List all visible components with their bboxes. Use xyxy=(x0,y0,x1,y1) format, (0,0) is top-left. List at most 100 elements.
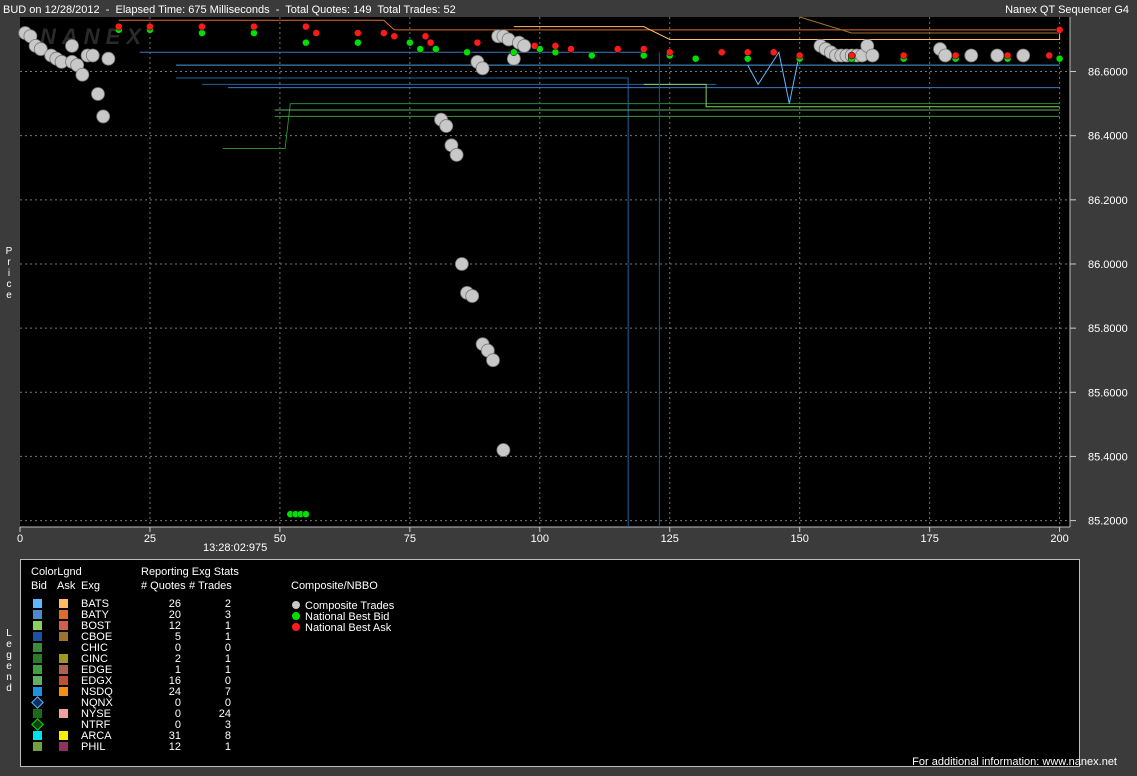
legend-side-char: L xyxy=(6,628,12,639)
national-best-bid-point xyxy=(198,29,206,37)
legend-ask-swatch xyxy=(59,610,68,619)
x-tick-label: 50 xyxy=(274,533,286,545)
y-tick-label: 85.6000 xyxy=(1088,387,1128,399)
legend-bid-header: Bid xyxy=(31,580,47,592)
price-axis-label: Price xyxy=(4,246,14,301)
composite-trade-point xyxy=(454,257,469,271)
legend-ask-swatch xyxy=(59,676,68,685)
legend-bid-swatch xyxy=(31,718,44,731)
x-tick-label: 0 xyxy=(17,533,23,545)
legend-ask-swatch xyxy=(59,687,68,696)
composite-trade-point xyxy=(517,38,532,53)
legend-bid-swatch xyxy=(33,610,42,619)
legend-bid-swatch xyxy=(33,742,42,751)
national-best-bid-point xyxy=(588,51,596,60)
national-best-bid-point xyxy=(432,45,440,53)
legend-bid-swatch xyxy=(31,696,44,709)
national-best-bid-point xyxy=(691,54,700,63)
y-tick-label: 86.2000 xyxy=(1088,195,1128,207)
x-tick-label: 150 xyxy=(791,533,809,545)
y-tick-label: 86.6000 xyxy=(1088,67,1128,79)
legend-ask-swatch xyxy=(59,599,68,608)
composite-trade-point xyxy=(938,48,953,63)
composite-trade-point xyxy=(1016,48,1031,63)
plot-area xyxy=(20,17,1070,527)
national-best-ask-point xyxy=(951,51,960,60)
national-best-ask-point xyxy=(421,32,430,40)
legend-composite-header: Composite/NBBO xyxy=(291,580,378,592)
price-axis-char: c xyxy=(6,279,12,290)
legend-side-char: g xyxy=(6,650,12,661)
y-tick-label: 85.8000 xyxy=(1088,323,1128,335)
footer-link-text: For additional information: www.nanex.ne… xyxy=(912,756,1117,768)
legend-side-char: e xyxy=(6,661,12,672)
national-best-ask-point xyxy=(115,22,123,31)
composite-trade-point xyxy=(85,48,100,63)
national-best-ask-point xyxy=(717,48,726,57)
national-best-bid-point xyxy=(302,510,310,518)
composite-trade-point xyxy=(496,443,511,457)
legend-ask-swatch xyxy=(59,731,68,740)
legend-side-char: d xyxy=(6,683,12,694)
national-best-bid-point xyxy=(250,29,258,37)
national-best-ask-point xyxy=(1045,51,1053,60)
legend-bid-swatch xyxy=(33,709,42,718)
price-axis-char: e xyxy=(6,290,12,301)
x-tick-label: 125 xyxy=(661,533,679,545)
national-best-ask-point xyxy=(769,48,778,57)
legend-bid-swatch xyxy=(33,676,42,685)
legend-quote-count: 12 xyxy=(168,741,181,753)
composite-trade-point xyxy=(486,353,500,368)
composite-trade-point xyxy=(475,61,490,76)
national-best-ask-point xyxy=(473,38,482,47)
national-best-ask-point xyxy=(567,45,575,53)
legend-bid-swatch xyxy=(33,731,42,740)
composite-trade-point xyxy=(865,48,880,63)
national-best-bid-point xyxy=(354,38,362,47)
national-best-ask-point xyxy=(354,29,362,37)
national-best-bid-point xyxy=(406,38,414,47)
national-best-bid-point xyxy=(302,38,310,47)
national-best-ask-point xyxy=(743,48,752,57)
time-label: 13:28:02:975 xyxy=(203,542,268,554)
x-tick-label: 100 xyxy=(531,533,549,545)
legend-ask-swatch xyxy=(59,632,68,641)
legend-ask-swatch xyxy=(59,654,68,663)
x-axis: 0 25 50 75 100 125 150 175 200 xyxy=(17,527,1069,545)
national-best-ask-point xyxy=(1003,51,1012,60)
national-best-ask-point xyxy=(302,22,310,31)
legend-trade-count: 1 xyxy=(224,741,231,753)
legend-side-label: Legend xyxy=(4,628,14,694)
price-axis-char: P xyxy=(5,246,13,257)
composite-trade-point xyxy=(439,119,454,133)
composite-trade-point xyxy=(465,289,480,303)
legend-quotes-header: # Quotes xyxy=(141,580,186,592)
national-best-ask-point xyxy=(426,38,435,47)
national-best-ask-point xyxy=(551,42,560,50)
composite-trade-point xyxy=(91,87,105,101)
legend-ask-swatch xyxy=(59,742,68,751)
composite-legend-dot xyxy=(292,601,300,609)
legend-bid-swatch xyxy=(33,665,42,674)
legend-bid-swatch xyxy=(33,599,42,608)
national-best-ask-point xyxy=(312,29,321,37)
composite-trade-point xyxy=(65,38,79,53)
y-tick-label: 86.0000 xyxy=(1088,259,1128,271)
composite-trade-point xyxy=(990,48,1005,63)
national-best-ask-point xyxy=(1055,26,1064,34)
y-tick-label: 86.4000 xyxy=(1088,131,1128,143)
legend-ask-swatch xyxy=(59,621,68,630)
legend-colorlgnd-header: ColorLgnd xyxy=(31,566,82,578)
national-best-ask-point xyxy=(899,51,908,60)
national-best-ask-point xyxy=(666,48,674,57)
national-best-ask-point xyxy=(847,51,856,60)
x-tick-label: 175 xyxy=(920,533,938,545)
legend-panel: ColorLgnd Bid Ask Exg Reporting Exg Stat… xyxy=(20,559,1080,767)
legend-trades-header: # Trades xyxy=(189,580,232,592)
x-tick-label: 75 xyxy=(404,533,416,545)
national-best-bid-point xyxy=(640,51,648,60)
price-axis-char: i xyxy=(7,268,11,279)
composite-trade-point xyxy=(449,148,464,162)
composite-trade-point xyxy=(101,51,116,66)
national-best-bid-point xyxy=(416,45,424,53)
